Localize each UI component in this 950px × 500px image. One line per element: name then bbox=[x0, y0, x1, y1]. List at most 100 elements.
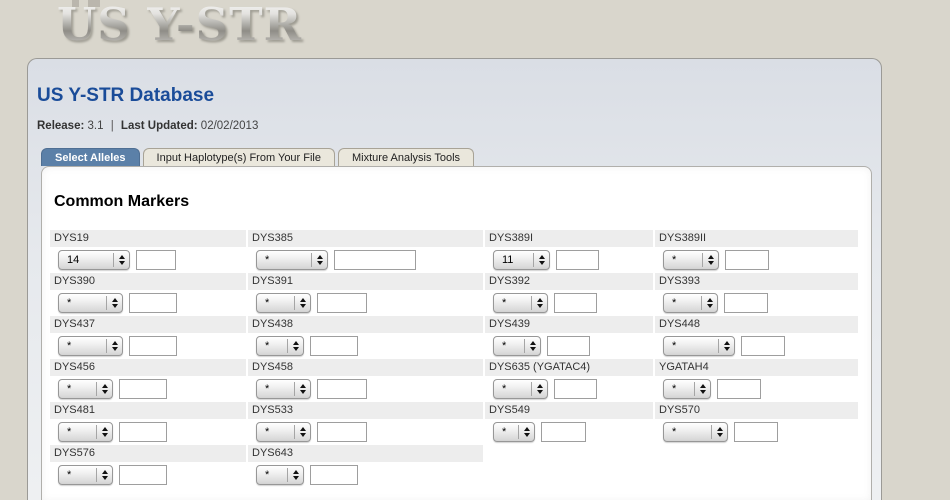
tab-mixture-analysis-tools[interactable]: Mixture Analysis Tools bbox=[338, 148, 474, 166]
marker-control-cell: * bbox=[50, 290, 246, 316]
allele-select[interactable]: * bbox=[663, 293, 718, 313]
allele-select[interactable]: 11 bbox=[493, 250, 550, 270]
marker-control-cell: * bbox=[50, 462, 246, 488]
allele-select-value: * bbox=[257, 251, 311, 269]
marker-label: DYS576 bbox=[50, 445, 246, 462]
arrow-up-icon bbox=[300, 384, 306, 388]
arrow-down-icon bbox=[293, 476, 299, 480]
marker-control-row: * * * * bbox=[50, 376, 858, 402]
marker-control-cell: * bbox=[485, 290, 653, 316]
allele-select[interactable]: * bbox=[58, 293, 123, 313]
allele-select[interactable]: * bbox=[256, 422, 311, 442]
allele-select[interactable]: * bbox=[493, 293, 548, 313]
arrow-up-icon bbox=[537, 384, 543, 388]
stepper-arrows-icon bbox=[97, 466, 112, 484]
allele-input[interactable] bbox=[556, 250, 599, 270]
allele-input[interactable] bbox=[741, 336, 785, 356]
allele-input[interactable] bbox=[717, 379, 761, 399]
allele-select-value: * bbox=[664, 251, 702, 269]
arrow-down-icon bbox=[293, 347, 299, 351]
arrow-up-icon bbox=[293, 470, 299, 474]
allele-select-value: * bbox=[59, 380, 96, 398]
allele-input[interactable] bbox=[725, 250, 769, 270]
tab-select-alleles[interactable]: Select Alleles bbox=[41, 148, 140, 166]
marker-label: YGATAH4 bbox=[655, 359, 858, 376]
arrow-down-icon bbox=[102, 390, 108, 394]
stepper-arrows-icon bbox=[295, 294, 310, 312]
stepper-arrows-icon bbox=[712, 423, 727, 441]
allele-input[interactable] bbox=[734, 422, 778, 442]
arrow-down-icon bbox=[707, 304, 713, 308]
marker-control-cell: * bbox=[50, 376, 246, 402]
allele-select-value: * bbox=[494, 380, 531, 398]
allele-select[interactable]: * bbox=[663, 336, 735, 356]
allele-select[interactable]: * bbox=[256, 379, 311, 399]
arrow-up-icon bbox=[708, 255, 714, 259]
allele-select[interactable]: * bbox=[663, 379, 711, 399]
allele-input[interactable] bbox=[554, 379, 597, 399]
allele-select[interactable]: * bbox=[58, 422, 113, 442]
allele-input[interactable] bbox=[317, 422, 367, 442]
arrow-down-icon bbox=[539, 261, 545, 265]
marker-label: DYS385 bbox=[248, 230, 483, 247]
allele-input[interactable] bbox=[554, 293, 597, 313]
arrow-down-icon bbox=[530, 347, 536, 351]
arrow-down-icon bbox=[700, 390, 706, 394]
allele-input[interactable] bbox=[129, 336, 177, 356]
last-updated-label: Last Updated: bbox=[121, 120, 198, 132]
allele-select-value: * bbox=[664, 337, 718, 355]
arrow-up-icon bbox=[102, 427, 108, 431]
allele-select[interactable]: * bbox=[256, 336, 304, 356]
allele-select-value: * bbox=[257, 380, 294, 398]
marker-label: DYS391 bbox=[248, 273, 483, 290]
allele-select[interactable]: * bbox=[256, 250, 328, 270]
marker-label: DYS456 bbox=[50, 359, 246, 376]
release-value: 3.1 bbox=[88, 120, 104, 132]
allele-select-value: * bbox=[494, 423, 518, 441]
stepper-arrows-icon bbox=[295, 423, 310, 441]
marker-label: DYS448 bbox=[655, 316, 858, 333]
allele-select[interactable]: * bbox=[58, 465, 113, 485]
arrow-up-icon bbox=[537, 298, 543, 302]
arrow-down-icon bbox=[300, 433, 306, 437]
allele-select[interactable]: * bbox=[493, 336, 541, 356]
marker-label: DYS390 bbox=[50, 273, 246, 290]
page-title: US Y-STR Database bbox=[37, 85, 214, 107]
allele-input[interactable] bbox=[119, 465, 167, 485]
allele-select-value: * bbox=[59, 337, 106, 355]
allele-select[interactable]: * bbox=[663, 422, 728, 442]
allele-input[interactable] bbox=[334, 250, 416, 270]
marker-control-cell: * bbox=[655, 419, 858, 445]
allele-input[interactable] bbox=[310, 465, 358, 485]
marker-label-row: DYS19DYS385DYS389IDYS389II bbox=[50, 230, 858, 247]
allele-select[interactable]: 14 bbox=[58, 250, 130, 270]
marker-control-row: * * * * bbox=[50, 290, 858, 316]
allele-input[interactable] bbox=[136, 250, 176, 270]
marker-label-row: DYS390DYS391DYS392DYS393 bbox=[50, 273, 858, 290]
allele-select[interactable]: * bbox=[256, 293, 311, 313]
allele-select[interactable]: * bbox=[663, 250, 719, 270]
marker-label: DYS533 bbox=[248, 402, 483, 419]
allele-select[interactable]: * bbox=[493, 422, 535, 442]
allele-input[interactable] bbox=[317, 293, 367, 313]
marker-label: DYS437 bbox=[50, 316, 246, 333]
tab-input-haplotype-s-from-your-file[interactable]: Input Haplotype(s) From Your File bbox=[143, 148, 335, 166]
allele-input[interactable] bbox=[541, 422, 586, 442]
arrow-down-icon bbox=[300, 304, 306, 308]
allele-input[interactable] bbox=[310, 336, 358, 356]
allele-input[interactable] bbox=[129, 293, 177, 313]
marker-label: DYS643 bbox=[248, 445, 483, 462]
allele-select-value: 14 bbox=[59, 251, 113, 269]
allele-select[interactable]: * bbox=[58, 379, 113, 399]
allele-input[interactable] bbox=[547, 336, 590, 356]
allele-input[interactable] bbox=[317, 379, 367, 399]
allele-input[interactable] bbox=[119, 379, 167, 399]
allele-input[interactable] bbox=[724, 293, 768, 313]
allele-select[interactable]: * bbox=[58, 336, 123, 356]
allele-select[interactable]: * bbox=[493, 379, 548, 399]
arrow-down-icon bbox=[300, 390, 306, 394]
allele-select[interactable]: * bbox=[256, 465, 304, 485]
stepper-arrows-icon bbox=[114, 251, 129, 269]
marker-control-cell: * bbox=[655, 333, 858, 359]
allele-input[interactable] bbox=[119, 422, 167, 442]
